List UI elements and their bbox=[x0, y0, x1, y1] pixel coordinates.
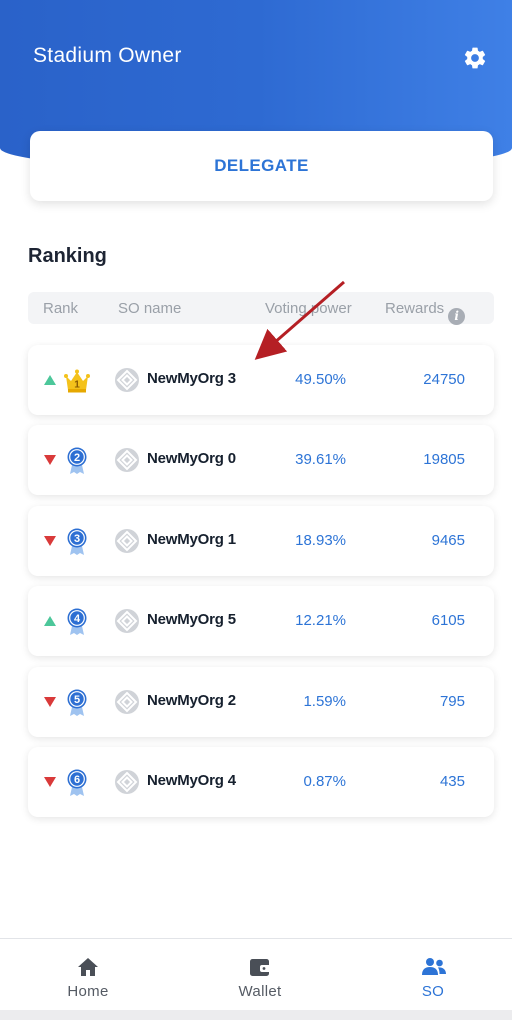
rewards-value: 795 bbox=[439, 693, 465, 710]
voting-power-value: 0.87% bbox=[303, 773, 346, 790]
nav-home-label: Home bbox=[67, 983, 109, 1000]
so-name: NewMyOrg 5 bbox=[147, 611, 236, 628]
ranking-row[interactable]: 6 NewMyOrg 4 0.87% 435 bbox=[28, 747, 494, 817]
ranking-row[interactable]: 1 NewMyOrg 3 49.50% 24750 bbox=[28, 345, 494, 415]
rank-number: 5 bbox=[74, 694, 80, 706]
ranking-row[interactable]: 5 NewMyOrg 2 1.59% 795 bbox=[28, 667, 494, 737]
nav-wallet-label: Wallet bbox=[238, 983, 282, 1000]
so-name: NewMyOrg 2 bbox=[147, 692, 236, 709]
voting-power-value: 39.61% bbox=[295, 451, 346, 468]
delegate-button-label: DELEGATE bbox=[214, 156, 309, 175]
rank-medal-icon: 3 bbox=[67, 528, 87, 555]
ranking-title: Ranking bbox=[28, 245, 107, 267]
org-logo-icon bbox=[115, 448, 139, 472]
rank-medal-icon: 5 bbox=[67, 689, 87, 716]
trend-down-icon bbox=[44, 777, 56, 787]
nav-so[interactable]: SO bbox=[348, 939, 512, 1011]
crown-icon: 1 bbox=[64, 369, 90, 393]
org-logo-icon bbox=[115, 690, 139, 714]
so-name: NewMyOrg 3 bbox=[147, 370, 236, 387]
so-name: NewMyOrg 0 bbox=[147, 450, 236, 467]
ranking-row[interactable]: 4 NewMyOrg 5 12.21% 6105 bbox=[28, 586, 494, 656]
trend-down-icon bbox=[44, 697, 56, 707]
rewards-column-header: Rewards i bbox=[385, 300, 466, 325]
system-bar bbox=[0, 1010, 512, 1020]
voting-power-value: 49.50% bbox=[295, 371, 346, 388]
so-name: NewMyOrg 1 bbox=[147, 531, 236, 548]
rank-medal-icon: 2 bbox=[67, 447, 87, 474]
rank-number: 1 bbox=[74, 380, 80, 391]
org-logo-icon bbox=[115, 529, 139, 553]
gear-icon[interactable] bbox=[462, 45, 488, 71]
trend-down-icon bbox=[44, 455, 56, 465]
rewards-value: 24750 bbox=[423, 371, 465, 388]
rank-number: 4 bbox=[74, 613, 81, 625]
trend-down-icon bbox=[44, 536, 56, 546]
ranking-row[interactable]: 2 NewMyOrg 0 39.61% 19805 bbox=[28, 425, 494, 495]
rank-number: 2 bbox=[74, 452, 80, 464]
ranking-row[interactable]: 3 NewMyOrg 1 18.93% 9465 bbox=[28, 506, 494, 576]
voting-power-column-header: Voting power bbox=[265, 300, 352, 317]
ranking-table-header: Rank SO name Voting power Rewards i bbox=[28, 292, 494, 325]
rank-medal-icon: 6 bbox=[67, 769, 87, 796]
page-title: Stadium Owner bbox=[33, 44, 182, 67]
so-name-column-header: SO name bbox=[118, 300, 182, 317]
rank-medal-icon: 4 bbox=[67, 608, 87, 635]
voting-power-value: 18.93% bbox=[295, 532, 346, 549]
rewards-value: 19805 bbox=[423, 451, 465, 468]
rewards-value: 9465 bbox=[431, 532, 465, 549]
nav-so-label: SO bbox=[421, 983, 445, 1000]
rewards-value: 435 bbox=[439, 773, 465, 790]
trend-up-icon bbox=[44, 616, 56, 626]
nav-wallet[interactable]: Wallet bbox=[175, 939, 345, 1011]
nav-home[interactable]: Home bbox=[3, 939, 173, 1011]
org-logo-icon bbox=[115, 368, 139, 392]
so-name: NewMyOrg 4 bbox=[147, 772, 236, 789]
rank-number: 6 bbox=[74, 774, 80, 786]
delegate-button[interactable]: DELEGATE bbox=[30, 131, 493, 201]
org-logo-icon bbox=[115, 770, 139, 794]
info-icon[interactable]: i bbox=[448, 308, 466, 325]
bottom-navigation: Home Wallet SO bbox=[0, 938, 512, 1010]
rewards-value: 6105 bbox=[431, 612, 465, 629]
wallet-icon bbox=[250, 959, 271, 976]
rewards-column-label: Rewards bbox=[385, 300, 445, 317]
voting-power-value: 1.59% bbox=[303, 693, 346, 710]
trend-up-icon bbox=[44, 375, 56, 385]
org-logo-icon bbox=[115, 609, 139, 633]
rank-column-header: Rank bbox=[43, 300, 79, 317]
voting-power-value: 12.21% bbox=[295, 612, 346, 629]
users-icon bbox=[422, 958, 446, 975]
home-icon bbox=[78, 958, 98, 976]
rank-number: 3 bbox=[74, 533, 80, 545]
